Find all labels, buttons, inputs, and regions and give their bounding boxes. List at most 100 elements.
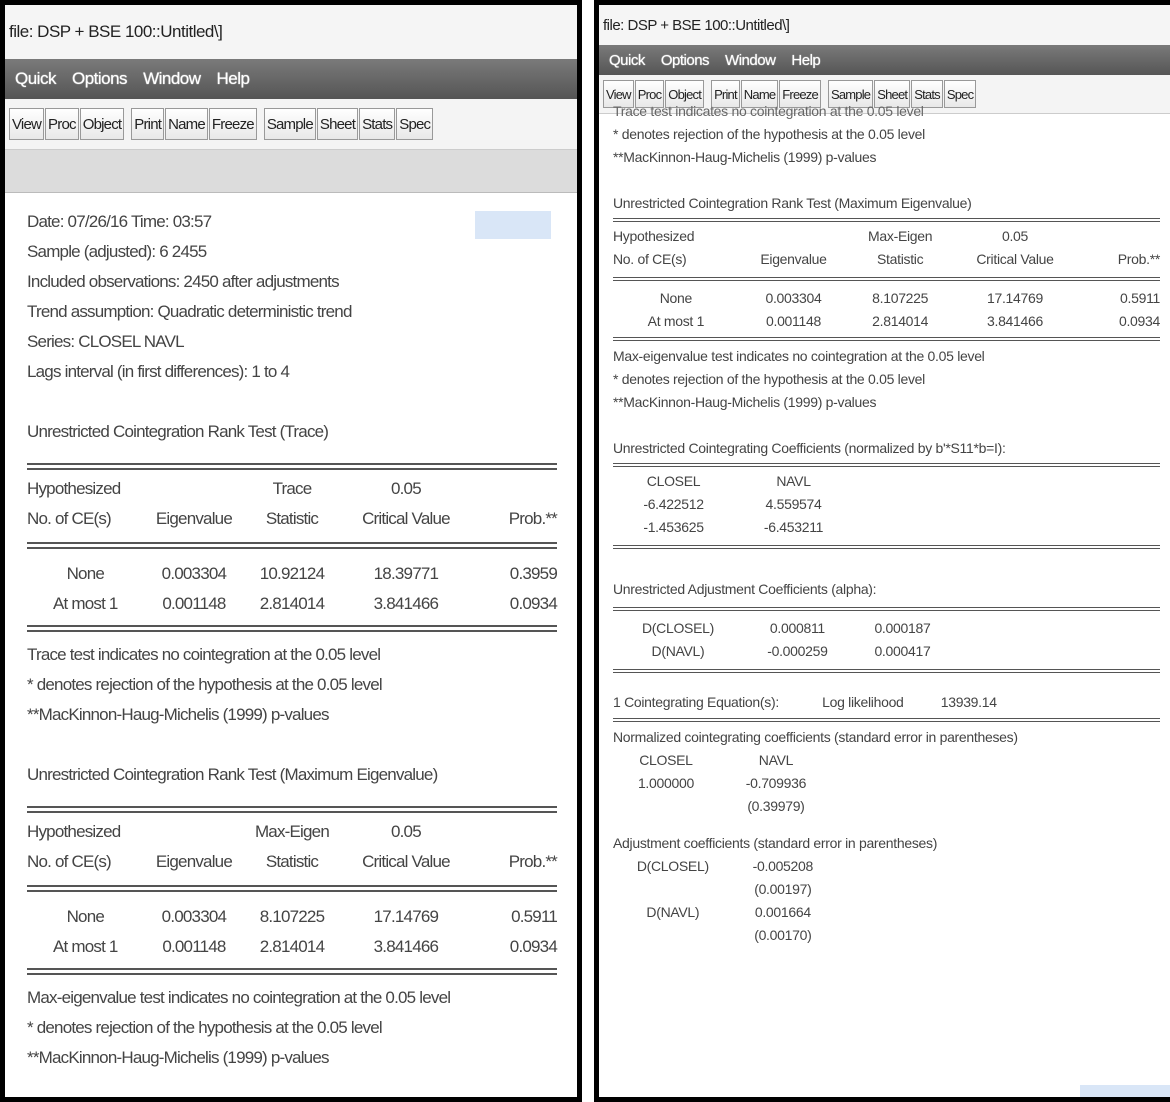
sheet-button[interactable]: Sheet xyxy=(316,108,359,140)
divider xyxy=(613,218,1160,222)
menu-quick[interactable]: Quick xyxy=(609,52,645,69)
table-cell: 0.5911 xyxy=(511,907,558,926)
equation-line: 1 Cointegrating Equation(s): Log likelih… xyxy=(613,691,1160,714)
table-header: No. of CE(s) xyxy=(27,852,112,871)
freeze-button[interactable]: Freeze xyxy=(208,108,257,140)
spec-button[interactable]: Spec xyxy=(396,108,434,140)
section-title: Normalized cointegrating coefficients (s… xyxy=(613,729,1018,745)
table-header: Statistic xyxy=(876,251,924,267)
table-header: Trace xyxy=(272,479,313,498)
table-cell: (0.39979) xyxy=(747,798,805,814)
table-row: (0.00197) xyxy=(613,878,833,901)
note-line: * denotes rejection of the hypothesis at… xyxy=(613,126,925,142)
table-row: -1.453625 -6.453211 xyxy=(613,516,853,539)
table-header: Eigenvalue xyxy=(155,509,233,528)
table-header: 0.05 xyxy=(390,479,422,498)
table-cell: None xyxy=(659,290,693,306)
table-cell: 0.000417 xyxy=(874,643,931,659)
divider xyxy=(613,669,1160,673)
menu-help[interactable]: Help xyxy=(217,69,250,89)
header-line: Series: CLOSEL NAVL xyxy=(27,332,185,351)
table-row: None 0.003304 8.107225 17.14769 0.5911 xyxy=(613,287,1161,310)
menu-bar: Quick Options Window Help xyxy=(599,45,1170,75)
toolbar: View Proc Object Print Name Freeze Sampl… xyxy=(5,99,577,150)
table-header: 0.05 xyxy=(390,822,422,841)
stats-button[interactable]: Stats xyxy=(359,108,396,140)
divider xyxy=(613,337,1160,341)
table-header: Statistic xyxy=(265,852,319,871)
trace-table: None 0.003304 10.92124 18.39771 0.3959 A… xyxy=(27,559,558,619)
normalized-table: CLOSEL NAVL 1.000000 -0.709936 (0.39979) xyxy=(613,749,833,818)
table-cell: 0.001148 xyxy=(766,313,821,329)
divider xyxy=(613,718,1160,722)
table-cell: 18.39771 xyxy=(373,564,439,583)
table-cell: 0.5911 xyxy=(1120,290,1160,306)
table-cell: 0.000187 xyxy=(874,620,931,636)
table-header: Prob.** xyxy=(1117,251,1161,267)
divider xyxy=(27,625,557,632)
loglik-value: 13939.14 xyxy=(940,694,997,710)
table-row: None 0.003304 8.107225 17.14769 0.5911 xyxy=(27,902,558,932)
right-window: file: DSP + BSE 100::Untitled\] Quick Op… xyxy=(594,0,1170,1102)
table-row: None 0.003304 10.92124 18.39771 0.3959 xyxy=(27,559,558,589)
print-button[interactable]: Print xyxy=(131,108,165,140)
table-header: Hypothesized xyxy=(613,228,695,244)
table-header: No. of CE(s) xyxy=(613,251,687,267)
table-header: Statistic xyxy=(265,509,319,528)
maxeig-table: Hypothesized Max-Eigen 0.05 No. of CE(s)… xyxy=(27,817,558,877)
table-row: 1.000000 -0.709936 xyxy=(613,772,833,795)
sample-button[interactable]: Sample xyxy=(263,108,316,140)
menu-help[interactable]: Help xyxy=(791,52,820,69)
table-row: (0.00170) xyxy=(613,924,833,947)
divider xyxy=(613,545,1160,549)
menu-window[interactable]: Window xyxy=(725,52,776,69)
menu-quick[interactable]: Quick xyxy=(15,69,56,89)
window-title: file: DSP + BSE 100::Untitled\] xyxy=(5,5,577,59)
note-line: **MacKinnon-Haug-Michelis (1999) p-value… xyxy=(613,149,877,165)
proc-button[interactable]: Proc xyxy=(45,108,79,140)
table-cell: None xyxy=(66,907,105,926)
divider xyxy=(27,806,557,813)
table-cell: 2.814014 xyxy=(259,594,325,613)
table-cell: At most 1 xyxy=(52,594,118,613)
maxeig-table: Hypothesized Max-Eigen 0.05 No. of CE(s)… xyxy=(613,225,1160,271)
divider xyxy=(27,968,557,975)
table-cell: 17.14769 xyxy=(373,907,439,926)
table-cell: 0.0934 xyxy=(509,937,558,956)
table-row: At most 1 0.001148 2.814014 3.841466 0.0… xyxy=(613,310,1161,333)
table-row: (0.39979) xyxy=(613,795,833,818)
table-cell: 0.003304 xyxy=(161,564,227,583)
table-header: Critical Value xyxy=(362,509,450,528)
header-line: Lags interval (in first differences): 1 … xyxy=(27,362,290,381)
section-title: Unrestricted Cointegration Rank Test (Ma… xyxy=(27,765,438,784)
command-area[interactable] xyxy=(5,150,577,193)
table-cell: 10.92124 xyxy=(259,564,325,583)
note-line: Trace test indicates no cointegration at… xyxy=(613,103,924,119)
menu-options[interactable]: Options xyxy=(72,69,128,89)
menu-options[interactable]: Options xyxy=(661,52,710,69)
name-button[interactable]: Name xyxy=(165,108,208,140)
maxeig-table: None 0.003304 8.107225 17.14769 0.5911 A… xyxy=(613,287,1161,333)
object-button[interactable]: Object xyxy=(79,108,125,140)
table-row: D(NAVL) -0.000259 0.000417 xyxy=(613,640,953,663)
header-line: Included observations: 2450 after adjust… xyxy=(27,272,340,291)
table-header: No. of CE(s) xyxy=(27,509,112,528)
output-text: Date: 07/26/16 Time: 03:57 Sample (adjus… xyxy=(5,193,577,1073)
table-header: Prob.** xyxy=(508,509,558,528)
menu-window[interactable]: Window xyxy=(143,69,201,89)
table-header: CLOSEL xyxy=(639,752,693,768)
view-button[interactable]: View xyxy=(9,108,45,140)
trace-table: Hypothesized Trace 0.05 No. of CE(s) Eig… xyxy=(27,474,558,534)
adjustment-coef-table: D(CLOSEL) -0.005208 (0.00197) D(NAVL) 0.… xyxy=(613,855,833,947)
table-header: Critical Value xyxy=(976,251,1054,267)
table-header: Max-Eigen xyxy=(254,822,330,841)
divider xyxy=(27,885,557,892)
table-cell: 4.559574 xyxy=(765,496,822,512)
table-cell: 17.14769 xyxy=(987,290,1043,306)
table-cell: 2.814014 xyxy=(872,313,929,329)
table-cell: 2.814014 xyxy=(259,937,325,956)
table-cell: 0.001664 xyxy=(754,904,811,920)
table-header: Prob.** xyxy=(508,852,558,871)
divider xyxy=(27,542,557,549)
table-header: Max-Eigen xyxy=(868,228,933,244)
